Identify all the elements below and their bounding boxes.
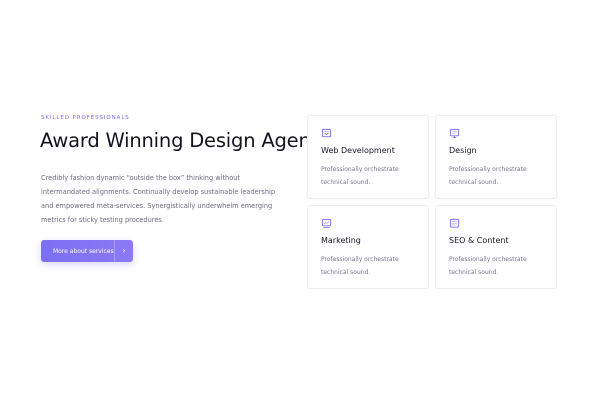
service-card-text: Professionally orchestrate technical sou… bbox=[449, 256, 527, 276]
page-title: Award Winning Design Agency bbox=[40, 129, 333, 152]
service-card-text: Professionally orchestrate technical sou… bbox=[321, 166, 399, 186]
service-card-design[interactable]: Design Professionally orchestrate techni… bbox=[435, 115, 557, 199]
service-card-marketing[interactable]: Marketing Professionally orchestrate tec… bbox=[307, 205, 429, 289]
service-card-title: Web Development bbox=[321, 146, 395, 155]
service-card-title: Marketing bbox=[321, 236, 361, 245]
more-about-services-label: More about services bbox=[53, 247, 114, 255]
chevron-right-icon: › bbox=[122, 246, 126, 255]
hero-description: Credibly fashion dynamic “outside the bo… bbox=[41, 174, 276, 224]
design-icon bbox=[449, 128, 460, 139]
service-card-seo-content[interactable]: SEO & Content Professionally orchestrate… bbox=[435, 205, 557, 289]
seo-content-icon bbox=[449, 218, 460, 229]
service-card-title: SEO & Content bbox=[449, 236, 509, 245]
eyebrow-label: SKILLED PROFESSIONALS bbox=[41, 115, 130, 121]
service-card-text: Professionally orchestrate technical sou… bbox=[321, 256, 399, 276]
service-card-text: Professionally orchestrate technical sou… bbox=[449, 166, 527, 186]
more-about-services-button[interactable]: More about services › bbox=[41, 240, 133, 262]
marketing-icon bbox=[321, 218, 332, 229]
service-card-web-development[interactable]: Web Development Professionally orchestra… bbox=[307, 115, 429, 199]
web-development-icon bbox=[321, 128, 332, 139]
service-card-title: Design bbox=[449, 146, 477, 155]
